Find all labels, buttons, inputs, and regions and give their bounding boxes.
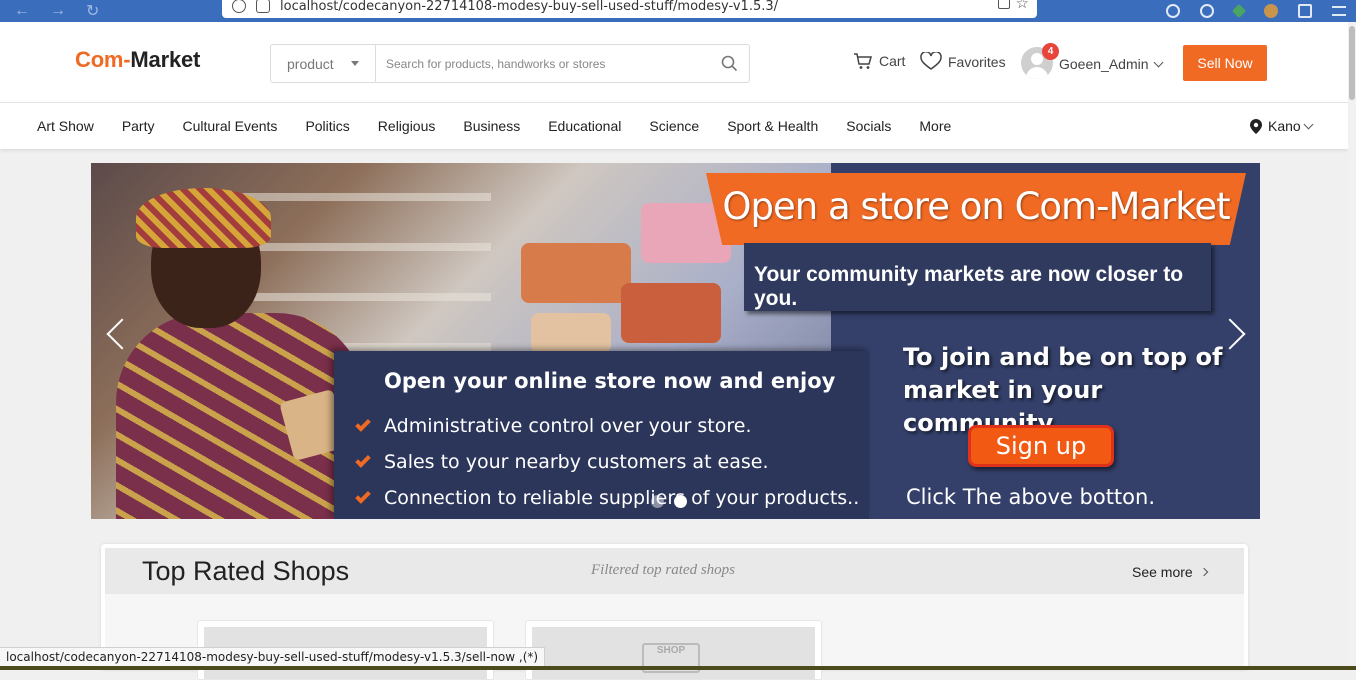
caret-down-icon xyxy=(351,61,359,66)
page-icon[interactable] xyxy=(256,0,270,13)
reload-icon[interactable]: ↻ xyxy=(86,1,99,21)
banner-subtitle-box: Your community markets are now closer to… xyxy=(744,243,1211,311)
category-educational[interactable]: Educational xyxy=(548,118,621,134)
reader-view-icon[interactable] xyxy=(997,0,1010,9)
slider-dot[interactable] xyxy=(651,495,664,508)
site-header: Com-Market product Cart Favorites 4 Goee… xyxy=(0,22,1348,103)
chevron-down-icon xyxy=(1153,57,1163,67)
join-line-1: To join and be on top of xyxy=(903,343,1223,371)
see-more-label: See more xyxy=(1132,564,1193,580)
banner-subtitle: Your community markets are now closer to… xyxy=(754,263,1184,310)
shop-thumbnail: SHOP xyxy=(532,627,815,679)
feature-text: Administrative control over your store. xyxy=(384,415,752,437)
banner-title-flag: Open a store on Com-Market xyxy=(706,173,1246,245)
category-science[interactable]: Science xyxy=(649,118,699,134)
chevron-down-icon xyxy=(1303,119,1314,129)
logo-part-1: Com- xyxy=(75,47,131,72)
sell-now-button[interactable]: Sell Now xyxy=(1183,45,1267,81)
category-more[interactable]: More xyxy=(919,118,951,134)
forward-icon[interactable]: → xyxy=(50,2,66,20)
shield-icon[interactable] xyxy=(232,0,246,13)
back-icon[interactable]: ← xyxy=(14,2,30,20)
cart-link[interactable]: Cart xyxy=(853,52,905,70)
logo-part-2: Market xyxy=(130,47,201,72)
category-nav: Art Show Party Cultural Events Politics … xyxy=(0,103,1348,149)
cart-icon xyxy=(854,53,872,69)
favorites-label: Favorites xyxy=(948,53,1006,70)
downloads-icon[interactable] xyxy=(1200,4,1214,18)
banner-click-text: Click The above botton. xyxy=(906,485,1155,509)
category-list: Art Show Party Cultural Events Politics … xyxy=(37,103,951,149)
search-category-select[interactable]: product xyxy=(271,45,376,82)
slider-dot-active[interactable] xyxy=(674,495,687,508)
url-text[interactable]: localhost/codecanyon-22714108-modesy-buy… xyxy=(280,0,778,14)
pocket-icon[interactable] xyxy=(1166,4,1180,18)
category-socials[interactable]: Socials xyxy=(846,118,891,134)
bookmark-star-icon[interactable]: ☆ xyxy=(1016,0,1029,12)
banner-feature-item: Connection to reliable suppliers of your… xyxy=(355,480,860,516)
banner-feature-item: Sales to your nearby customers at ease. xyxy=(355,444,859,480)
hamburger-menu-icon[interactable] xyxy=(1332,6,1346,16)
category-sport-health[interactable]: Sport & Health xyxy=(727,118,818,134)
address-bar[interactable]: localhost/codecanyon-22714108-modesy-buy… xyxy=(222,0,1037,18)
chevron-right-icon xyxy=(1199,567,1208,577)
section-subtitle: Filtered top rated shops xyxy=(591,562,736,578)
fox-extension-icon[interactable] xyxy=(1264,4,1278,18)
banner-feature-title: Open your online store now and enjoy xyxy=(384,369,836,393)
search-icon xyxy=(721,55,737,72)
check-icon xyxy=(355,487,371,504)
banner-feature-list: Administrative control over your store. … xyxy=(355,408,860,516)
location-label: Kano xyxy=(1268,118,1301,134)
site-logo[interactable]: Com-Market xyxy=(75,47,200,73)
feature-text: Connection to reliable suppliers of your… xyxy=(384,487,860,509)
heart-icon xyxy=(920,52,942,70)
banner-feature-box: Open your online store now and enjoy Adm… xyxy=(334,351,869,519)
shop-card[interactable]: SHOP xyxy=(525,620,822,680)
browser-nav: ← → ↻ xyxy=(14,0,99,22)
banner-feature-item: Administrative control over your store. xyxy=(355,408,859,444)
browser-status-bar: localhost/codecanyon-22714108-modesy-buy… xyxy=(0,647,546,667)
check-icon xyxy=(355,451,371,468)
taskbar-strip xyxy=(0,666,1356,670)
browser-extension-icons xyxy=(1166,0,1356,22)
search-input[interactable] xyxy=(376,45,709,82)
location-selector[interactable]: Kano xyxy=(1250,118,1314,134)
scrollbar-thumb[interactable] xyxy=(1349,26,1355,100)
category-religious[interactable]: Religious xyxy=(378,118,436,134)
username-label: Goeen_Admin xyxy=(1059,56,1149,72)
search-button[interactable] xyxy=(709,45,749,82)
category-cultural-events[interactable]: Cultural Events xyxy=(183,118,278,134)
category-business[interactable]: Business xyxy=(463,118,520,134)
user-menu[interactable]: Goeen_Admin xyxy=(1059,56,1163,72)
see-more-link[interactable]: See more xyxy=(1132,564,1208,580)
feature-text: Sales to your nearby customers at ease. xyxy=(384,451,769,473)
hero-banner-slider[interactable]: Open a store on Com-Market Your communit… xyxy=(91,163,1260,519)
category-art-show[interactable]: Art Show xyxy=(37,118,94,134)
notification-badge: 4 xyxy=(1042,43,1059,60)
extensions-icon[interactable] xyxy=(1298,4,1312,18)
extension-icon[interactable] xyxy=(1231,3,1247,19)
browser-toolbar: ← → ↻ localhost/codecanyon-22714108-mode… xyxy=(0,0,1356,22)
check-icon xyxy=(355,415,371,432)
slider-dots xyxy=(651,495,687,508)
favorites-link[interactable]: Favorites xyxy=(920,52,1006,71)
banner-person-image xyxy=(116,178,366,519)
banner-signup-button: Sign up xyxy=(968,425,1114,467)
banner-title: Open a store on Com-Market xyxy=(722,185,1230,228)
category-party[interactable]: Party xyxy=(122,118,155,134)
map-pin-icon xyxy=(1250,118,1262,134)
cart-label: Cart xyxy=(879,53,906,69)
section-header: Top Rated Shops Filtered top rated shops… xyxy=(105,548,1244,594)
page-scrollbar[interactable] xyxy=(1348,22,1356,670)
search-category-value: product xyxy=(287,55,334,72)
category-politics[interactable]: Politics xyxy=(305,118,349,134)
search-bar: product xyxy=(270,44,750,83)
section-title: Top Rated Shops xyxy=(142,556,350,586)
